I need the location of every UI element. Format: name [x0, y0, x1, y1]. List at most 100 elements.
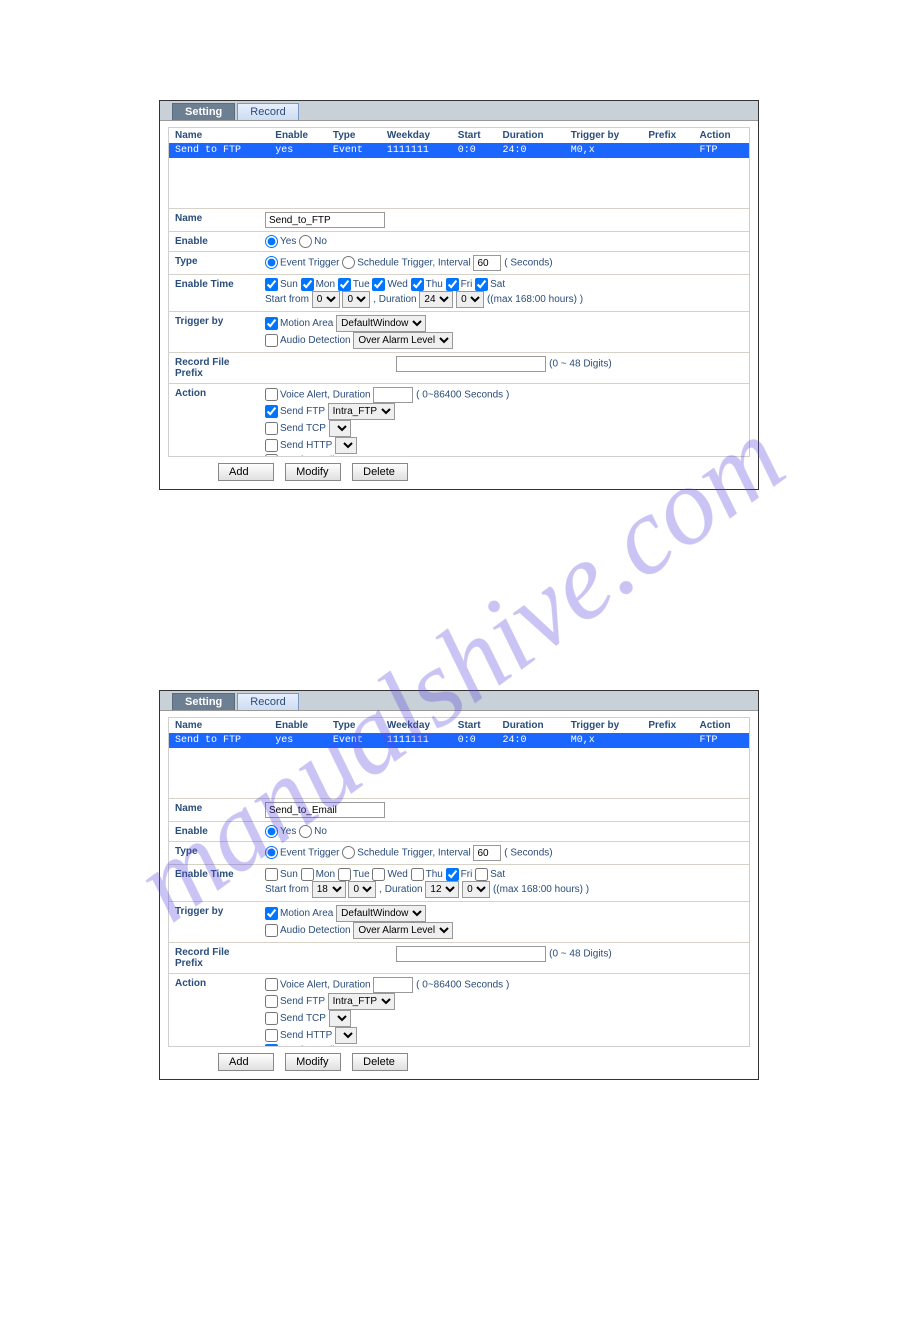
- start-min-select[interactable]: 0: [348, 881, 376, 898]
- th-prefix: Prefix: [642, 718, 693, 733]
- tab-record[interactable]: Record: [237, 103, 298, 120]
- th-name: Name: [169, 718, 269, 733]
- sendftp-checkbox[interactable]: [265, 995, 278, 1008]
- ftp-select[interactable]: Intra_FTP: [328, 403, 395, 420]
- voice-duration-input[interactable]: [373, 387, 413, 403]
- dur-hour-select[interactable]: 12: [425, 881, 459, 898]
- day-thu-checkbox[interactable]: [411, 278, 424, 291]
- sendtcp-label: Send TCP: [280, 1013, 326, 1024]
- interval-input[interactable]: [473, 845, 501, 861]
- sendhttp-checkbox[interactable]: [265, 439, 278, 452]
- voice-duration-input[interactable]: [373, 977, 413, 993]
- day-sat-checkbox[interactable]: [475, 868, 488, 881]
- motion-checkbox[interactable]: [265, 907, 278, 920]
- type-event-radio[interactable]: [265, 846, 278, 859]
- audio-checkbox[interactable]: [265, 924, 278, 937]
- day-wed-checkbox[interactable]: [372, 278, 385, 291]
- tcp-select[interactable]: [329, 420, 351, 437]
- motion-select[interactable]: DefaultWindow: [336, 315, 426, 332]
- day-wed-label: Wed: [387, 279, 407, 290]
- day-sun-checkbox[interactable]: [265, 868, 278, 881]
- tab-setting[interactable]: Setting: [172, 693, 235, 710]
- delete-button[interactable]: Delete: [352, 1053, 408, 1071]
- prefix-input[interactable]: [396, 356, 546, 372]
- audio-checkbox[interactable]: [265, 334, 278, 347]
- sendhttp-checkbox[interactable]: [265, 1029, 278, 1042]
- table-row[interactable]: Send to FTP yes Event 1111111 0:0 24:0 M…: [169, 733, 749, 748]
- type-sched-label: Schedule Trigger, Interval: [357, 848, 470, 859]
- day-mon-checkbox[interactable]: [301, 278, 314, 291]
- delete-button[interactable]: Delete: [352, 463, 408, 481]
- type-event-radio[interactable]: [265, 256, 278, 269]
- type-sched-radio[interactable]: [342, 846, 355, 859]
- dur-hour-select[interactable]: 24: [419, 291, 453, 308]
- voice-checkbox[interactable]: [265, 978, 278, 991]
- enable-yes-radio[interactable]: [265, 825, 278, 838]
- ftp-select[interactable]: Intra_FTP: [328, 993, 395, 1010]
- day-thu-checkbox[interactable]: [411, 868, 424, 881]
- audio-select[interactable]: Over Alarm Level: [353, 332, 453, 349]
- http-select[interactable]: [335, 1027, 357, 1044]
- dur-min-select[interactable]: 0: [462, 881, 490, 898]
- motion-select[interactable]: DefaultWindow: [336, 905, 426, 922]
- sendtcp-checkbox[interactable]: [265, 422, 278, 435]
- scroll-area[interactable]: Name Enable Type Weekday Start Duration …: [168, 127, 750, 457]
- enable-no-radio[interactable]: [299, 825, 312, 838]
- day-fri-checkbox[interactable]: [446, 278, 459, 291]
- http-select[interactable]: [335, 437, 357, 454]
- day-sun-checkbox[interactable]: [265, 278, 278, 291]
- cell: Event: [327, 143, 381, 158]
- th-trigger: Trigger by: [565, 718, 643, 733]
- startfrom-label: Start from: [265, 884, 309, 895]
- type-sched-label: Schedule Trigger, Interval: [357, 258, 470, 269]
- type-sched-radio[interactable]: [342, 256, 355, 269]
- scroll-area[interactable]: Name Enable Type Weekday Start Duration …: [168, 717, 750, 1047]
- voice-note: ( 0~86400 Seconds ): [416, 980, 509, 991]
- sendftp-checkbox[interactable]: [265, 405, 278, 418]
- start-min-select[interactable]: 0: [342, 291, 370, 308]
- th-weekday: Weekday: [381, 128, 452, 143]
- name-input[interactable]: [265, 802, 385, 818]
- modify-button[interactable]: Modify: [285, 463, 341, 481]
- th-type: Type: [327, 718, 381, 733]
- tcp-select[interactable]: [329, 1010, 351, 1027]
- dur-min-select[interactable]: 0: [456, 291, 484, 308]
- cell: FTP: [694, 143, 749, 158]
- tab-setting[interactable]: Setting: [172, 103, 235, 120]
- cell: M0,x: [565, 733, 643, 748]
- table-header-row: Name Enable Type Weekday Start Duration …: [169, 128, 749, 143]
- interval-input[interactable]: [473, 255, 501, 271]
- cell: 0:0: [452, 143, 497, 158]
- day-mon-label: Mon: [316, 869, 335, 880]
- day-tue-checkbox[interactable]: [338, 278, 351, 291]
- modify-button[interactable]: Modify: [285, 1053, 341, 1071]
- add-button[interactable]: Add: [218, 1053, 274, 1071]
- prefix-note: (0 ~ 48 Digits): [549, 359, 612, 370]
- sendtcp-checkbox[interactable]: [265, 1012, 278, 1025]
- voice-label: Voice Alert, Duration: [280, 390, 371, 401]
- table-row[interactable]: Send to FTP yes Event 1111111 0:0 24:0 M…: [169, 143, 749, 158]
- day-sat-checkbox[interactable]: [475, 278, 488, 291]
- prefix-note: (0 ~ 48 Digits): [549, 949, 612, 960]
- audio-select[interactable]: Over Alarm Level: [353, 922, 453, 939]
- enable-no-radio[interactable]: [299, 235, 312, 248]
- add-button[interactable]: Add: [218, 463, 274, 481]
- day-mon-checkbox[interactable]: [301, 868, 314, 881]
- cell: Send to FTP: [169, 143, 269, 158]
- tabbar: Setting Record: [160, 101, 758, 121]
- motion-checkbox[interactable]: [265, 317, 278, 330]
- audio-label: Audio Detection: [280, 925, 351, 936]
- tab-record[interactable]: Record: [237, 693, 298, 710]
- label-name: Name: [169, 209, 259, 231]
- cell: [642, 733, 693, 748]
- day-fri-checkbox[interactable]: [446, 868, 459, 881]
- start-hour-select[interactable]: 0: [312, 291, 340, 308]
- name-input[interactable]: [265, 212, 385, 228]
- prefix-input[interactable]: [396, 946, 546, 962]
- start-hour-select[interactable]: 18: [312, 881, 346, 898]
- day-wed-checkbox[interactable]: [372, 868, 385, 881]
- day-tue-checkbox[interactable]: [338, 868, 351, 881]
- sendtcp-label: Send TCP: [280, 423, 326, 434]
- voice-checkbox[interactable]: [265, 388, 278, 401]
- enable-yes-radio[interactable]: [265, 235, 278, 248]
